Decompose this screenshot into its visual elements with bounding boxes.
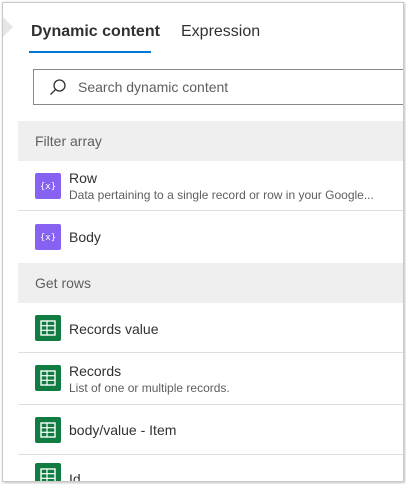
svg-text:{x}: {x} (40, 182, 56, 192)
list-item-body-value-item[interactable]: body/value - Item (18, 405, 403, 455)
section-title: Get rows (35, 275, 92, 291)
item-title: Row (69, 170, 98, 186)
google-sheets-icon (35, 417, 61, 443)
list-item-row[interactable]: {x} Row Data pertaining to a single reco… (18, 161, 403, 211)
item-title: body/value - Item (69, 422, 177, 438)
list-item-body[interactable]: {x} Body (18, 211, 403, 263)
dynamic-content-panel: Dynamic content Expression Filter array … (2, 2, 404, 482)
section-header-get-rows[interactable]: Get rows (18, 263, 403, 303)
section-title: Filter array (35, 133, 102, 149)
list-item-id[interactable]: Id (18, 455, 403, 482)
search-box[interactable] (33, 69, 403, 105)
tab-bar: Dynamic content Expression (3, 3, 403, 55)
google-sheets-icon (35, 365, 61, 391)
list-item-records-value[interactable]: Records value (18, 303, 403, 353)
variable-icon: {x} (35, 224, 61, 250)
item-description: Data pertaining to a single record or ro… (69, 188, 374, 202)
search-input[interactable] (78, 76, 398, 98)
variable-icon: {x} (35, 173, 61, 199)
item-title: Records (69, 363, 122, 379)
tab-dynamic-content[interactable]: Dynamic content (31, 23, 160, 41)
item-title: Id (69, 471, 81, 482)
svg-text:{x}: {x} (40, 233, 56, 243)
item-title: Records value (69, 321, 159, 337)
tab-expression[interactable]: Expression (181, 23, 260, 41)
section-header-filter-array[interactable]: Filter array (18, 121, 403, 161)
item-title: Body (69, 229, 101, 245)
active-tab-indicator (29, 51, 151, 53)
google-sheets-icon (35, 463, 61, 481)
item-description: List of one or multiple records. (69, 381, 230, 395)
search-icon (50, 79, 66, 95)
google-sheets-icon (35, 315, 61, 341)
list-item-records[interactable]: Records List of one or multiple records. (18, 353, 403, 405)
